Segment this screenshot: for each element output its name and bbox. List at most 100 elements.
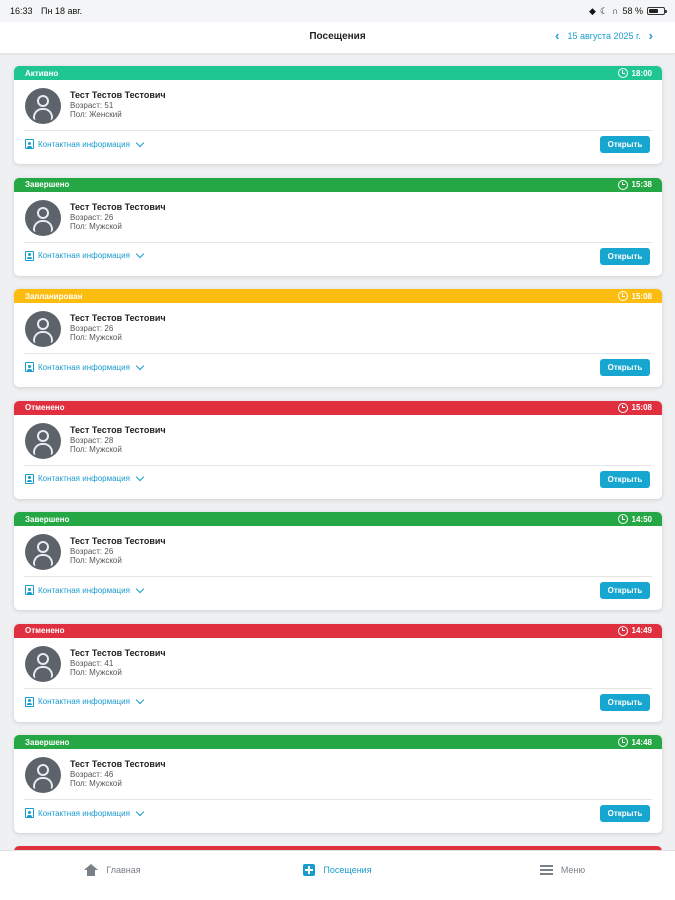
chevron-down-icon xyxy=(135,695,145,705)
patient-age: Возраст: 51 xyxy=(70,101,114,110)
contact-info-label: Контактная информация xyxy=(38,697,130,706)
patient-sex: Пол: Мужской xyxy=(70,444,122,454)
visit-time-value: 15:08 xyxy=(631,403,652,412)
user-shoulders-icon xyxy=(33,331,53,343)
user-head-icon xyxy=(37,95,49,107)
contact-info-label: Контактная информация xyxy=(38,585,130,595)
contact-card-icon xyxy=(25,250,34,261)
contact-card-icon xyxy=(25,696,34,707)
visit-card: Запланирован 15:08 Тест Тестов Тестович … xyxy=(14,289,662,387)
avatar xyxy=(25,757,61,793)
visit-status: Запланирован xyxy=(25,291,83,301)
chevron-right-icon[interactable]: › xyxy=(649,29,653,42)
battery-icon xyxy=(647,7,667,15)
chevron-down-icon xyxy=(135,138,145,147)
user-shoulders-icon xyxy=(33,777,53,789)
visit-time: 18:00 xyxy=(617,68,652,78)
divider xyxy=(24,687,652,689)
patient-age: Возраст: 46 xyxy=(70,770,114,779)
visit-card: Завершено 14:48 Тест Тестов Тестович Воз… xyxy=(14,735,662,833)
visit-time-value: 14:48 xyxy=(631,737,652,747)
visit-status-bar: Отменено 14:49 xyxy=(14,623,662,638)
visit-time-value: 18:00 xyxy=(631,68,652,78)
home-icon xyxy=(84,864,99,876)
top-bar: Посещения ‹ 15 августа 2025 г. › xyxy=(0,22,675,54)
open-button[interactable]: Открыть xyxy=(600,470,650,488)
visit-time: 14:50 xyxy=(617,514,652,524)
status-date: Пн 18 авг. xyxy=(41,6,82,16)
visit-status-bar: Завершено 14:50 xyxy=(14,512,662,526)
contact-info-toggle[interactable]: Контактная информация xyxy=(25,138,145,149)
current-date[interactable]: 15 августа 2025 г. xyxy=(567,31,640,41)
open-button[interactable]: Открыть xyxy=(600,582,650,599)
contact-info-toggle[interactable]: Контактная информация xyxy=(25,807,145,818)
visit-body: Тест Тестов Тестович Возраст: 26 Пол: Му… xyxy=(14,303,662,387)
visit-card: Активно 18:00 Тест Тестов Тестович Возра… xyxy=(14,66,662,164)
contact-info-toggle[interactable]: Контактная информация xyxy=(25,695,145,707)
user-shoulders-icon xyxy=(33,442,53,455)
battery-percent: 58 % xyxy=(622,6,643,16)
patient-name: Тест Тестов Тестович xyxy=(70,424,166,435)
visit-time: 14:49 xyxy=(617,625,652,636)
patient-sex: Пол: Мужской xyxy=(70,779,122,788)
open-button[interactable]: Открыть xyxy=(600,247,650,265)
patient-name: Тест Тестов Тестович xyxy=(70,201,166,212)
visit-status-bar: Завершено 14:48 xyxy=(14,735,662,749)
contact-info-label: Контактная информация xyxy=(38,139,130,149)
divider xyxy=(24,241,652,243)
contact-info-toggle[interactable]: Контактная информация xyxy=(25,584,145,595)
patient-age: Возраст: 28 xyxy=(70,435,114,445)
chevron-down-icon xyxy=(135,807,145,816)
visit-card: Завершено 14:50 Тест Тестов Тестович Воз… xyxy=(14,512,662,610)
visit-time-value: 15:08 xyxy=(631,291,652,301)
avatar xyxy=(25,534,61,570)
chevron-down-icon xyxy=(135,361,145,370)
user-head-icon xyxy=(37,206,49,219)
date-navigator: ‹ 15 августа 2025 г. › xyxy=(555,29,653,42)
status-right: ◆ ☾ ∩ 58 % xyxy=(589,5,667,17)
clock-icon xyxy=(617,402,628,413)
contact-info-label: Контактная информация xyxy=(38,474,130,483)
visit-status-bar: Активно 18:00 xyxy=(14,66,662,80)
visit-body: Тест Тестов Тестович Возраст: 46 Пол: Му… xyxy=(14,749,662,833)
visit-body: Тест Тестов Тестович Возраст: 26 Пол: Му… xyxy=(14,192,662,276)
status-time: 16:33 xyxy=(10,6,33,16)
chevron-left-icon[interactable]: ‹ xyxy=(555,29,559,42)
patient-name: Тест Тестов Тестович xyxy=(70,313,166,323)
user-head-icon xyxy=(37,541,49,553)
open-button[interactable]: Открыть xyxy=(600,693,650,711)
patient-age: Возраст: 26 xyxy=(70,212,114,222)
visit-body: Тест Тестов Тестович Возраст: 51 Пол: Же… xyxy=(14,80,662,164)
open-button[interactable]: Открыть xyxy=(600,805,650,822)
tab-visits[interactable]: Посещения xyxy=(225,851,450,889)
visit-status: Завершено xyxy=(25,180,70,189)
visit-time: 15:08 xyxy=(617,402,652,413)
chevron-down-icon xyxy=(135,472,145,482)
contact-info-toggle[interactable]: Контактная информация xyxy=(25,472,145,484)
visit-card: Отменено 14:49 Тест Тестов Тестович Возр… xyxy=(14,623,662,722)
contact-card-icon xyxy=(25,585,34,595)
contact-card-icon xyxy=(25,139,34,149)
tab-home[interactable]: Главная xyxy=(0,851,225,889)
contact-info-toggle[interactable]: Контактная информация xyxy=(25,249,145,261)
status-left: 16:33 Пн 18 авг. xyxy=(10,6,88,16)
visit-body: Тест Тестов Тестович Возраст: 26 Пол: Му… xyxy=(14,526,662,610)
visit-time-value: 14:49 xyxy=(631,626,652,635)
tab-menu[interactable]: Меню xyxy=(450,851,675,889)
wifi-icon: ◆ xyxy=(589,5,596,16)
user-head-icon xyxy=(37,652,49,665)
open-button[interactable]: Открыть xyxy=(600,136,650,153)
contact-card-icon xyxy=(25,808,34,818)
divider xyxy=(24,576,652,577)
visit-time-value: 14:50 xyxy=(631,514,652,524)
user-shoulders-icon xyxy=(33,219,53,232)
open-button[interactable]: Открыть xyxy=(600,359,650,376)
patient-name: Тест Тестов Тестович xyxy=(70,647,166,658)
contact-info-toggle[interactable]: Контактная информация xyxy=(25,361,145,372)
visit-time: 15:08 xyxy=(617,291,652,301)
user-shoulders-icon xyxy=(33,108,53,120)
patient-name: Тест Тестов Тестович xyxy=(70,759,166,769)
clock-icon xyxy=(617,68,628,78)
patient-age: Возраст: 26 xyxy=(70,547,114,556)
visit-time-value: 15:38 xyxy=(631,180,652,189)
